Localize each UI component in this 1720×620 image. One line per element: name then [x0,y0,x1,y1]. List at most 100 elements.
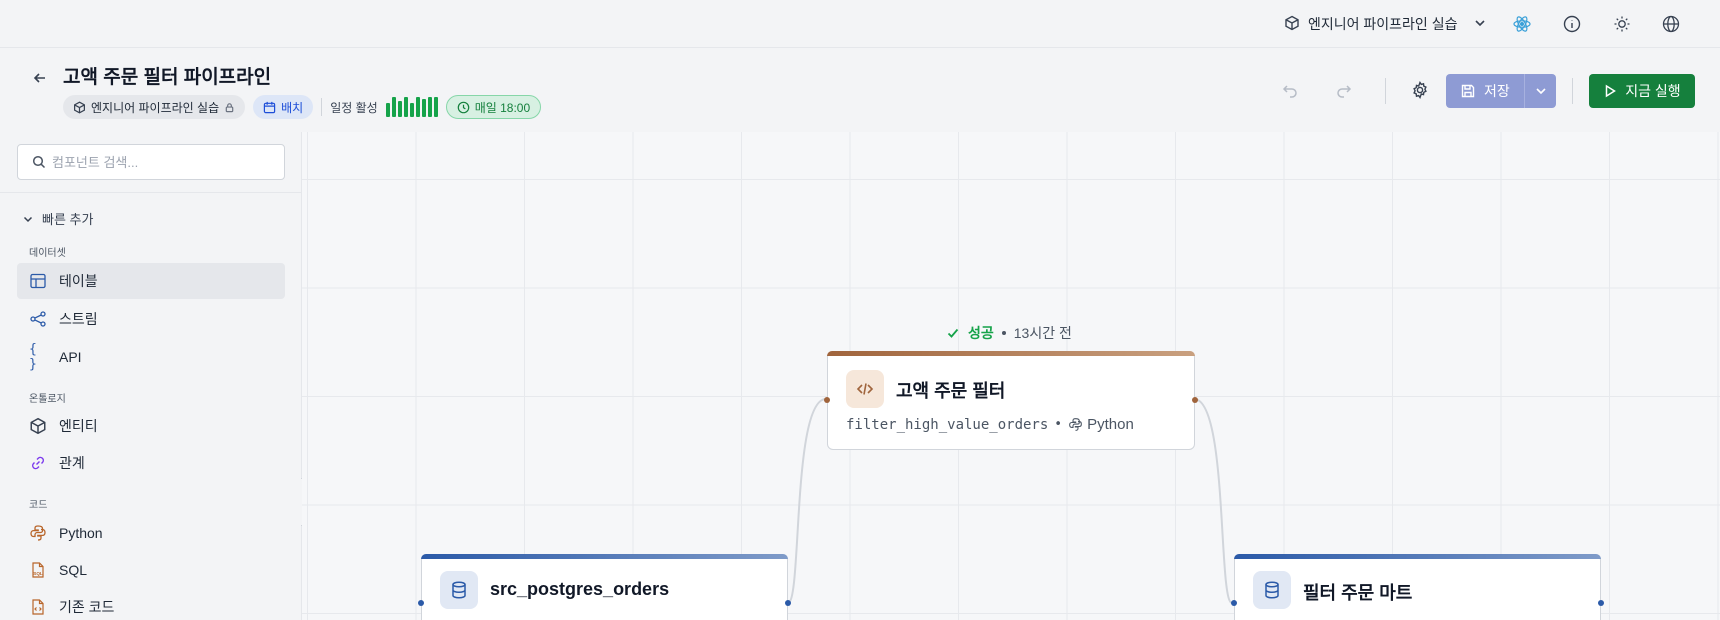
calendar-icon [263,101,276,113]
svg-text:SQL: SQL [33,571,43,576]
sidebar-item-relation[interactable]: 관계 [17,445,285,481]
node-subtitle: filter_high_value_orders • Python [846,416,1134,433]
globe-icon[interactable] [1659,12,1683,36]
redo-icon [1337,85,1352,98]
group-label-dataset: 데이터셋 [29,248,66,259]
save-icon [1461,84,1475,98]
gear-icon [1413,81,1427,99]
chevron-down-icon [23,216,33,222]
node-output-port[interactable] [1598,600,1604,606]
sidebar-item-label: API [59,349,82,365]
chevron-down-icon [1473,16,1487,33]
node-title: 필터 주문 마트 [1303,583,1413,603]
component-search[interactable] [17,144,285,180]
schedule-activity-label: 일정 활성 [330,100,378,115]
lock-icon [225,102,234,112]
sidebar-item-stream[interactable]: 스트림 [17,301,285,337]
sidebar-item-label: 엔티티 [59,418,98,434]
sidebar-item-api[interactable]: { } API [17,339,285,375]
group-label-code: 코드 [29,500,48,511]
undo-button[interactable] [1278,78,1302,102]
run-status-state: 성공 [968,325,994,341]
sidebar-item-label: SQL [59,562,88,578]
node-transform[interactable]: 고액 주문 필터 filter_high_value_orders • Pyth… [824,351,1198,450]
run-now-label: 지금 실행 [1625,83,1681,99]
sidebar-item-table[interactable]: 테이블 [17,263,285,299]
component-sidebar: 빠른 추가 데이터셋 테이블 스트림 { } API 온톨로지 엔티티 관계 코… [0,132,302,620]
group-label-ontology: 온톨로지 [29,394,66,405]
node-accent-bar [421,554,788,559]
search-input[interactable] [52,154,272,170]
undo-icon [1282,85,1297,98]
sql-file-icon: SQL [29,561,47,579]
settings-button[interactable] [1408,78,1432,102]
info-icon[interactable] [1560,12,1584,36]
python-icon [1069,418,1083,431]
node-language-label: Python [1087,416,1134,433]
node-output-port[interactable] [1192,397,1198,403]
check-icon [947,328,959,338]
batch-chip: 배치 [253,95,314,119]
arrow-left-icon [33,73,45,83]
node-input-port[interactable] [1231,600,1237,606]
batch-chip-label: 배치 [281,100,304,115]
node-output-port[interactable] [785,600,791,606]
node-language: Python [1068,416,1134,433]
node-input-port[interactable] [824,397,830,403]
database-icon [440,571,478,609]
sidebar-item-label: 관계 [59,455,85,471]
link-icon [29,454,47,472]
node-source[interactable]: src_postgres_orders [418,554,791,620]
code-file-icon [29,598,47,616]
table-icon [29,272,47,290]
save-main[interactable]: 저장 [1446,74,1524,108]
schedule-activity-bars [385,97,438,117]
edge-transform-to-sink [1193,398,1233,604]
sidebar-item-sql[interactable]: SQL SQL [17,552,285,588]
save-button[interactable]: 저장 [1446,74,1556,108]
node-function-name: filter_high_value_orders [846,416,1049,433]
divider [0,192,302,193]
play-icon [1606,84,1617,98]
schedule-chip[interactable]: 매일 18:00 [445,95,542,119]
node-accent-bar [827,351,1195,356]
search-icon [32,155,46,169]
sidebar-item-label: 테이블 [59,273,98,289]
run-now-button[interactable]: 지금 실행 [1589,74,1695,108]
braces-icon: { } [29,342,37,372]
run-status-time: 13시간 전 [1013,325,1072,341]
quick-add-toggle[interactable]: 빠른 추가 [22,209,93,228]
page-title: 고액 주문 필터 파이프라인 [63,67,272,88]
code-icon [846,370,884,408]
cube-icon [29,417,47,435]
node-input-port[interactable] [418,600,424,606]
sidebar-item-python[interactable]: Python [17,515,285,551]
react-icon[interactable] [1510,12,1534,36]
clock-icon [457,101,470,113]
divider [321,98,323,116]
cube-icon [1284,15,1300,34]
share-nodes-icon [29,310,47,328]
node-accent-bar [1234,554,1601,559]
sidebar-item-label: Python [59,525,103,541]
back-button[interactable] [28,66,52,90]
cube-icon [74,101,85,113]
save-options-button[interactable] [1524,74,1556,108]
node-sink[interactable]: 필터 주문 마트 [1231,554,1604,620]
redo-button[interactable] [1332,78,1356,102]
toolbar-divider [1385,78,1386,104]
node-title: 고액 주문 필터 [896,381,1006,401]
workspace-switcher[interactable]: 엔지니어 파이프라인 실습 [1284,12,1487,36]
edge-source-to-transform [787,398,827,604]
sidebar-item-legacy-code[interactable]: 기존 코드 [17,589,285,620]
sidebar-item-entity[interactable]: 엔티티 [17,408,285,444]
toolbar-divider [1572,78,1573,104]
sidebar-item-label: 기존 코드 [59,599,115,615]
run-status: 성공 13시간 전 [946,323,1072,343]
workspace-chip[interactable]: 엔지니어 파이프라인 실습 [63,95,246,119]
chevron-down-icon [1535,88,1546,95]
separator-dot: • [1054,417,1063,432]
python-icon [29,524,47,542]
pipeline-meta: 엔지니어 파이프라인 실습 배치 일정 활성 매일 18:00 [63,94,542,120]
sun-icon[interactable] [1610,12,1634,36]
